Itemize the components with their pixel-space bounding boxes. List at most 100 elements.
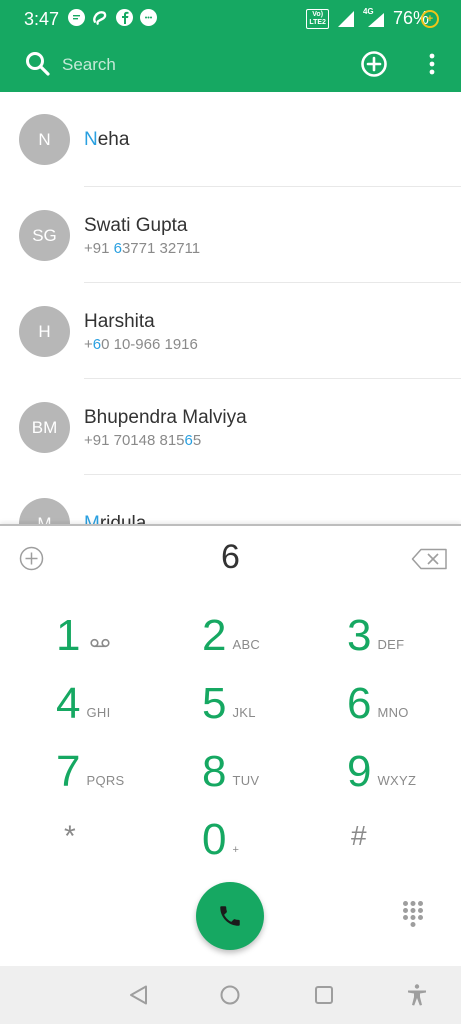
backspace-icon[interactable] xyxy=(411,548,448,570)
key-letters: ABC xyxy=(232,637,261,652)
dialpad-key-9[interactable]: 9 WXYZ xyxy=(347,734,461,794)
key-letters: TUV xyxy=(232,773,260,788)
dialpad-key-2[interactable]: 2 ABC xyxy=(202,598,322,658)
avatar: M xyxy=(19,498,70,524)
facebook-icon xyxy=(116,9,133,26)
back-icon[interactable] xyxy=(127,983,151,1007)
chat-bubble-icon xyxy=(68,9,85,26)
dialpad-key-7[interactable]: 7 PQRS xyxy=(56,734,176,794)
phone-post: 3771 32711 xyxy=(121,240,201,257)
dialpad-key-1[interactable]: 1 xyxy=(56,598,176,658)
dialpad-key-star[interactable]: * xyxy=(64,798,184,858)
name-rest: ridula xyxy=(99,513,147,524)
key-digit: 2 xyxy=(202,611,227,660)
volte-label-top: Vo) xyxy=(312,10,324,18)
phone-post: 0 10-966 1916 xyxy=(101,336,198,353)
contact-name: Swati Gupta xyxy=(84,215,188,237)
key-digit: 7 xyxy=(56,747,81,796)
system-nav-bar xyxy=(0,966,461,1024)
divider xyxy=(84,474,461,475)
voicemail-icon xyxy=(90,638,111,648)
contact-item[interactable]: M Mridula xyxy=(0,476,461,524)
name-rest: Harshita xyxy=(84,311,155,332)
phone-post: 5 xyxy=(192,432,202,449)
contact-item[interactable]: N Neha xyxy=(0,92,461,188)
phone-icon xyxy=(220,906,240,926)
name-rest: eha xyxy=(97,129,130,150)
battery-saver-icon: + xyxy=(421,10,439,28)
status-time: 3:47 xyxy=(24,9,60,29)
recents-icon[interactable] xyxy=(312,983,336,1007)
contact-name: Harshita xyxy=(84,311,155,333)
divider xyxy=(84,186,461,187)
key-digit: 9 xyxy=(347,747,372,796)
dialpad-key-6[interactable]: 6 MNO xyxy=(347,666,461,726)
notification-icons xyxy=(68,9,157,26)
volte-icon: Vo) LTE2 xyxy=(306,8,329,29)
phone-match: 6 xyxy=(184,432,193,449)
key-letters: DEF xyxy=(377,637,405,652)
dialpad-key-8[interactable]: 8 TUV xyxy=(202,734,322,794)
dialpad-key-3[interactable]: 3 DEF xyxy=(347,598,461,658)
key-letters: MNO xyxy=(377,705,409,720)
add-contact-icon[interactable] xyxy=(360,50,388,78)
key-digit: 3 xyxy=(347,611,372,660)
key-letters: JKL xyxy=(232,705,256,720)
name-rest: Swati Gupta xyxy=(84,215,188,236)
avatar: N xyxy=(19,114,70,165)
key-digit: # xyxy=(351,820,367,851)
contact-name: Bhupendra Malviya xyxy=(84,407,247,429)
contact-item[interactable]: H Harshita +60 10-966 1916 xyxy=(0,284,461,380)
dialpad-toggle-icon[interactable] xyxy=(402,900,424,930)
contact-suggestions-list: N Neha SG Swati Gupta +91 63771 32711 H … xyxy=(0,92,461,524)
dialpad-key-0[interactable]: 0 + xyxy=(202,802,322,862)
key-letters: + xyxy=(232,844,240,856)
key-letters: PQRS xyxy=(86,773,125,788)
avatar: BM xyxy=(19,402,70,453)
search-toolbar xyxy=(0,38,461,92)
dialpad-key-4[interactable]: 4 GHI xyxy=(56,666,176,726)
search-input[interactable] xyxy=(62,52,322,78)
contact-item[interactable]: BM Bhupendra Malviya +91 70148 81565 xyxy=(0,380,461,476)
name-match: N xyxy=(84,129,98,150)
dialed-number: 6 xyxy=(221,538,240,576)
contact-phone: +91 63771 32711 xyxy=(84,240,200,257)
phone-pre: +91 70148 815 xyxy=(84,432,185,449)
avatar: SG xyxy=(19,210,70,261)
signal-icon xyxy=(337,10,354,27)
key-digit: 5 xyxy=(202,679,227,728)
phone-pre: +91 xyxy=(84,240,114,257)
messenger-icon xyxy=(140,9,157,26)
home-icon[interactable] xyxy=(218,983,242,1007)
dialpad-key-hash[interactable]: # xyxy=(351,798,461,858)
contact-phone: +91 70148 81565 xyxy=(84,432,201,449)
divider xyxy=(84,282,461,283)
dialpad-key-5[interactable]: 5 JKL xyxy=(202,666,322,726)
key-digit: 4 xyxy=(56,679,81,728)
airtel-icon xyxy=(92,9,109,26)
divider xyxy=(84,378,461,379)
contact-phone: +60 10-966 1916 xyxy=(84,336,198,353)
phone-pre: + xyxy=(84,336,93,353)
data-type-label: 4G xyxy=(362,6,374,16)
name-match: M xyxy=(84,513,100,524)
more-vert-icon[interactable] xyxy=(424,50,440,78)
status-bar: 3:47 Vo) LTE2 4G 76% + xyxy=(0,0,461,38)
key-digit: 6 xyxy=(347,679,372,728)
contact-item[interactable]: SG Swati Gupta +91 63771 32711 xyxy=(0,188,461,284)
phone-match: 6 xyxy=(113,240,122,257)
key-letters: WXYZ xyxy=(377,773,417,788)
call-button[interactable] xyxy=(196,882,264,950)
key-digit: 0 xyxy=(202,815,227,864)
key-letters: GHI xyxy=(86,705,111,720)
phone-match: 6 xyxy=(92,336,102,353)
signal-4g-icon: 4G xyxy=(362,6,385,28)
search-icon[interactable] xyxy=(24,50,52,78)
dialer-screen: 3:47 Vo) LTE2 4G 7 6% + Search N Neha SG … xyxy=(0,0,461,1024)
accessibility-icon[interactable] xyxy=(405,983,429,1007)
contact-name: Neha xyxy=(84,129,129,151)
name-rest: Bhupendra Malviya xyxy=(84,407,247,428)
key-digit: 1 xyxy=(56,611,81,660)
key-digit: 8 xyxy=(202,747,227,796)
dialpad-panel: 6 1 2 ABC 3 DEF 4 GHI 5 JKL 6 MNO 7 PQRS… xyxy=(0,524,461,966)
